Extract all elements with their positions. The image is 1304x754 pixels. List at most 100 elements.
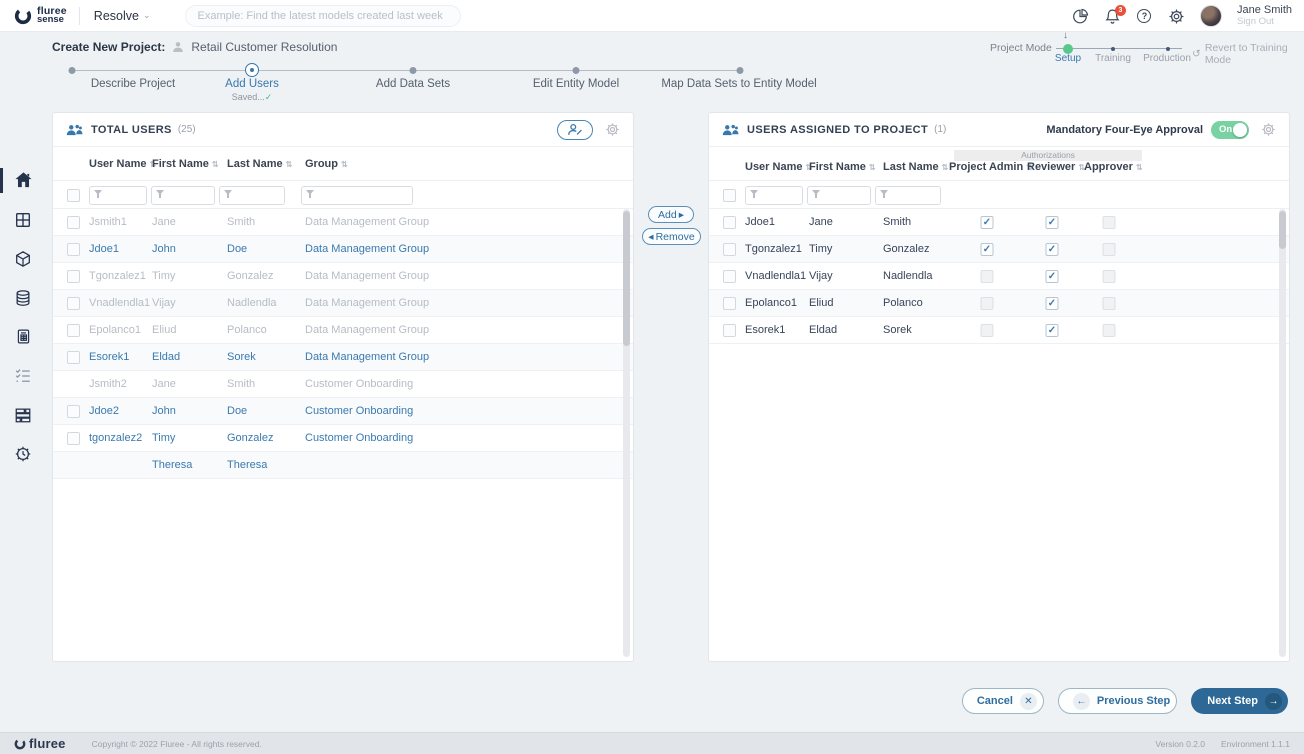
table-row[interactable]: tgonzalez2 Timy Gonzalez Customer Onboardin… <box>53 425 633 452</box>
table-row[interactable]: Jdoe2 John Doe Customer Onboarding <box>53 398 633 425</box>
row-checkbox[interactable] <box>723 324 736 337</box>
scrollbar-thumb[interactable] <box>623 211 630 346</box>
project-admin-checkbox[interactable] <box>980 270 994 283</box>
approver-checkbox[interactable] <box>1102 270 1116 283</box>
next-step-button[interactable]: Next Step → <box>1191 688 1288 714</box>
project-admin-checkbox[interactable] <box>980 297 994 310</box>
scrollbar-track[interactable] <box>623 209 630 657</box>
table-row[interactable]: Theresa Theresa <box>53 452 633 479</box>
sidebar-item-report[interactable] <box>0 317 46 356</box>
step-1-label[interactable]: Describe Project <box>91 78 175 90</box>
settings-gear-icon[interactable] <box>1168 8 1185 25</box>
search-input[interactable] <box>197 9 448 22</box>
step-dot-1[interactable] <box>68 67 76 74</box>
add-selected-button[interactable]: Add ▸ <box>648 206 694 223</box>
table-row[interactable]: Jdoe1 John Doe Data Management Group <box>53 236 633 263</box>
reviewer-checkbox[interactable]: ✓ <box>1045 270 1059 283</box>
table-row[interactable]: Vnadlendla1 Vijay Nadlendla ✓ <box>709 263 1289 290</box>
project-admin-checkbox[interactable] <box>980 324 994 337</box>
add-user-button[interactable] <box>557 119 593 140</box>
sidebar-item-database[interactable] <box>0 278 46 317</box>
table-row[interactable]: Epolanco1 Eliud Polanco Data Management Gro… <box>53 317 633 344</box>
row-checkbox[interactable] <box>67 297 80 310</box>
cancel-button[interactable]: Cancel ✕ <box>961 688 1044 714</box>
analytics-pie-icon[interactable] <box>1072 8 1089 25</box>
sidebar-item-layers[interactable] <box>0 395 46 434</box>
filter-user-name[interactable] <box>745 185 803 205</box>
user-avatar[interactable] <box>1199 5 1222 27</box>
sort-icon[interactable]: ⇅ <box>1136 163 1143 172</box>
step-dot-3[interactable] <box>409 67 417 74</box>
step-dot-2[interactable] <box>245 63 259 77</box>
step-4-label[interactable]: Edit Entity Model <box>533 78 619 90</box>
sort-icon[interactable]: ⇅ <box>869 163 876 172</box>
step-2-label[interactable]: Add Users <box>225 78 279 90</box>
table-row[interactable]: Vnadlendla1 Vijay Nadlendla Data Management… <box>53 290 633 317</box>
select-all-checkbox[interactable] <box>67 189 80 202</box>
step-dot-5[interactable] <box>736 67 744 74</box>
row-checkbox[interactable] <box>723 297 736 310</box>
panel-settings-gear-icon[interactable] <box>1261 122 1276 137</box>
filter-first-name[interactable] <box>807 185 871 205</box>
reviewer-checkbox[interactable]: ✓ <box>1045 216 1059 229</box>
row-checkbox[interactable] <box>67 324 80 337</box>
row-checkbox[interactable] <box>67 216 80 229</box>
scrollbar-track[interactable] <box>1279 209 1286 657</box>
step-3-label[interactable]: Add Data Sets <box>376 78 450 90</box>
project-admin-checkbox[interactable]: ✓ <box>980 243 994 256</box>
filter-user-name[interactable] <box>89 185 147 205</box>
resolve-dropdown[interactable]: Resolve ⌄ <box>94 9 151 23</box>
approver-checkbox[interactable] <box>1102 243 1116 256</box>
row-checkbox[interactable] <box>723 216 736 229</box>
row-checkbox[interactable] <box>67 270 80 283</box>
sort-icon[interactable]: ⇅ <box>341 160 348 169</box>
table-row[interactable]: Tgonzalez1 Timy Gonzalez ✓ ✓ <box>709 236 1289 263</box>
row-checkbox[interactable] <box>67 351 80 364</box>
row-checkbox[interactable] <box>723 243 736 256</box>
mode-dot-training[interactable] <box>1111 47 1115 51</box>
sidebar-item-cube[interactable] <box>0 239 46 278</box>
mode-dot-production[interactable] <box>1166 47 1170 51</box>
row-checkbox[interactable] <box>67 405 80 418</box>
previous-step-button[interactable]: ← Previous Step <box>1057 688 1178 714</box>
sort-icon[interactable]: ⇅ <box>286 160 293 169</box>
reviewer-checkbox[interactable]: ✓ <box>1045 243 1059 256</box>
sidebar-item-home[interactable] <box>0 161 46 200</box>
row-checkbox[interactable] <box>67 243 80 256</box>
panel-settings-gear-icon[interactable] <box>605 122 620 137</box>
sort-icon[interactable]: ⇅ <box>212 160 219 169</box>
step-dot-4[interactable] <box>572 67 580 74</box>
notifications-bell-icon[interactable]: 3 <box>1104 4 1126 25</box>
filter-last-name[interactable] <box>875 185 941 205</box>
scrollbar-thumb[interactable] <box>1279 211 1286 249</box>
sidebar-item-settings-history[interactable] <box>0 434 46 473</box>
approver-checkbox[interactable] <box>1102 216 1116 229</box>
approver-checkbox[interactable] <box>1102 297 1116 310</box>
sort-icon[interactable]: ⇅ <box>942 163 949 172</box>
project-admin-checkbox[interactable]: ✓ <box>980 216 994 229</box>
table-row[interactable]: Tgonzalez1 Timy Gonzalez Data Management Gr… <box>53 263 633 290</box>
sidebar-item-checklist[interactable] <box>0 356 46 395</box>
sign-out-link[interactable]: Sign Out <box>1237 16 1292 27</box>
filter-last-name[interactable] <box>219 185 285 205</box>
step-5-label[interactable]: Map Data Sets to Entity Model <box>661 78 816 90</box>
approver-checkbox[interactable] <box>1102 324 1116 337</box>
table-row[interactable]: Jsmith1 Jane Smith Data Management Group <box>53 209 633 236</box>
table-row[interactable]: Jsmith2 Jane Smith Customer Onboarding <box>53 371 633 398</box>
filter-first-name[interactable] <box>151 185 215 205</box>
table-row[interactable]: Esorek1 Eldad Sorek ✓ <box>709 317 1289 344</box>
sidebar-item-grid[interactable] <box>0 200 46 239</box>
search-bar[interactable] <box>184 4 461 27</box>
filter-group[interactable] <box>301 185 413 205</box>
table-row[interactable]: Epolanco1 Eliud Polanco ✓ <box>709 290 1289 317</box>
help-icon[interactable]: ? <box>1136 8 1153 25</box>
table-row[interactable]: Jdoe1 Jane Smith ✓ ✓ <box>709 209 1289 236</box>
row-checkbox[interactable] <box>67 432 80 445</box>
table-row[interactable]: Esorek1 Eldad Sorek Data Management Group <box>53 344 633 371</box>
select-all-checkbox[interactable] <box>723 189 736 202</box>
remove-selected-button[interactable]: ◂ Remove <box>642 228 701 245</box>
reviewer-checkbox[interactable]: ✓ <box>1045 297 1059 310</box>
row-checkbox[interactable] <box>723 270 736 283</box>
four-eye-approval-toggle[interactable]: On <box>1211 120 1249 139</box>
reviewer-checkbox[interactable]: ✓ <box>1045 324 1059 337</box>
